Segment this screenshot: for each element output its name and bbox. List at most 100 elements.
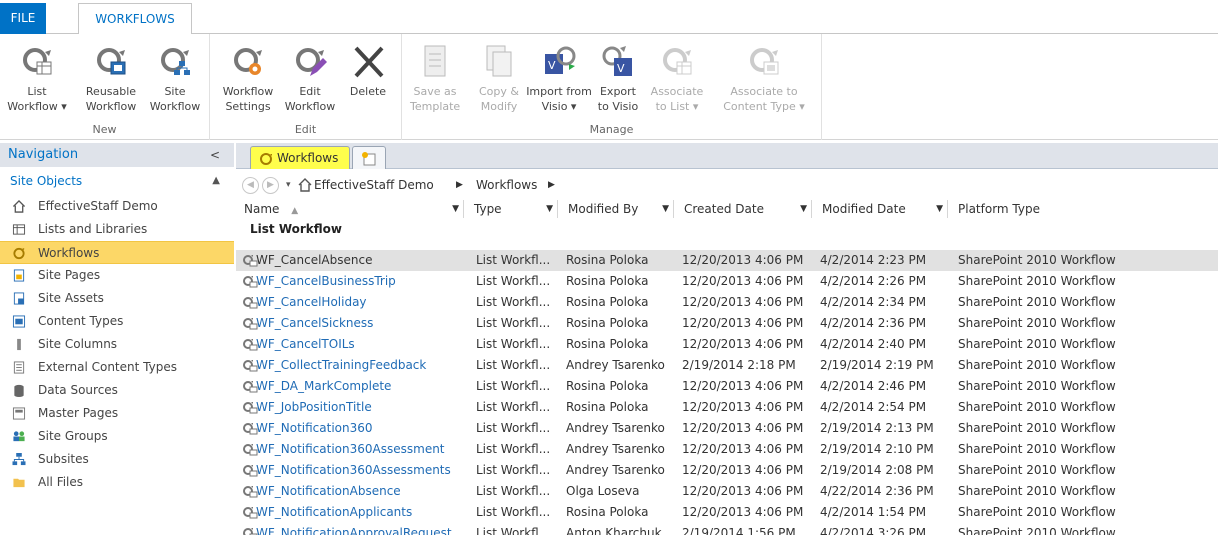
breadcrumb-workflows[interactable]: Workflows <box>476 178 537 192</box>
workflow-name-link[interactable]: WF_NotificationAbsence <box>236 481 401 502</box>
table-cell: 12/20/2013 4:06 PM <box>682 421 804 435</box>
table-cell: Rosina Poloka <box>566 295 649 309</box>
copy-modify-button[interactable]: Copy & Modify <box>472 44 526 114</box>
new-tab-button[interactable] <box>352 146 386 169</box>
table-cell: 12/20/2013 4:06 PM <box>682 379 804 393</box>
sidebar-item-subsites[interactable]: Subsites <box>0 448 234 471</box>
table-row[interactable]: WF_NotificationApprovalRequest List Workf… <box>236 523 1218 535</box>
sidebar-item-label: Workflows <box>38 246 100 260</box>
workflows-tab[interactable]: WORKFLOWS <box>78 3 192 35</box>
filter-dropdown-icon[interactable]: ▼ <box>800 200 807 218</box>
sidebar-item-lists-and-libraries[interactable]: Lists and Libraries <box>0 218 234 241</box>
table-row[interactable]: WF_JobPositionTitle List Workfl... Rosina … <box>236 397 1218 418</box>
list-workflow-button[interactable]: List Workflow ▾ <box>6 44 68 114</box>
filter-dropdown-icon[interactable]: ▼ <box>546 200 553 218</box>
workflow-name-link[interactable]: WF_CollectTrainingFeedback <box>236 355 426 376</box>
filter-dropdown-icon[interactable]: ▼ <box>452 200 459 218</box>
sidebar-item-effectivestaff-demo[interactable]: EffectiveStaff Demo <box>0 195 234 218</box>
workflow-name-link[interactable]: WF_Notification360Assessment <box>236 439 445 460</box>
sidebar-item-site-columns[interactable]: Site Columns <box>0 333 234 356</box>
workflow-name-link[interactable]: WF_CancelHoliday <box>236 292 367 313</box>
table-row[interactable]: WF_CollectTrainingFeedback List Workfl...… <box>236 355 1218 376</box>
table-cell: 4/2/2014 2:36 PM <box>820 316 927 330</box>
column-header-platform-type[interactable]: Platform Type <box>950 200 1218 218</box>
workflow-name-link[interactable]: WF_CancelSickness <box>236 313 373 334</box>
sidebar-item-external-content-types[interactable]: External Content Types <box>0 356 234 379</box>
table-row[interactable]: WF_CancelSickness List Workfl... Rosina Po… <box>236 313 1218 334</box>
workflow-name-link[interactable]: WF_NotificationApprovalRequest <box>236 523 452 535</box>
file-tab[interactable]: FILE <box>0 3 46 34</box>
workflow-name-link[interactable]: WF_JobPositionTitle <box>236 397 372 418</box>
sidebar-item-label: External Content Types <box>38 360 177 374</box>
sidebar-item-site-assets[interactable]: Site Assets <box>0 287 234 310</box>
table-row[interactable]: WF_NotificationApplicants List Workfl... R… <box>236 502 1218 523</box>
workflow-name-link[interactable]: WF_DA_MarkComplete <box>236 376 391 397</box>
table-cell: 12/20/2013 4:06 PM <box>682 337 804 351</box>
nav-items: EffectiveStaff Demo Lists and Libraries Wo… <box>0 195 234 494</box>
edit-workflow-button[interactable]: Edit Workflow <box>282 44 338 114</box>
collapse-nav-button[interactable]: < <box>210 143 220 167</box>
table-row[interactable]: WF_DA_MarkComplete List Workfl... Rosina P… <box>236 376 1218 397</box>
column-header-name[interactable]: Name ▲ ▼ <box>236 200 464 218</box>
sidebar-item-label: Site Columns <box>38 337 118 351</box>
tab-workflows[interactable]: Workflows <box>250 146 350 169</box>
sidebar-item-data-sources[interactable]: Data Sources <box>0 379 234 402</box>
workflow-settings-button[interactable]: Workflow Settings <box>218 44 278 114</box>
delete-button[interactable]: Delete <box>344 44 392 99</box>
workflow-name-link[interactable]: WF_CancelTOILs <box>236 334 355 355</box>
table-row[interactable]: WF_Notification360Assessment List Workfl.… <box>236 439 1218 460</box>
table-row[interactable]: WF_NotificationAbsence List Workfl... Olga… <box>236 481 1218 502</box>
site-workflow-button[interactable]: Site Workflow <box>144 44 206 114</box>
workflow-name-link[interactable]: WF_CancelAbsence <box>236 250 372 271</box>
workflow-name-link[interactable]: WF_Notification360Assessments <box>236 460 451 481</box>
associate-to-content-type-button[interactable]: Associate to Content Type ▾ <box>714 44 814 114</box>
chevron-up-icon[interactable]: ▲ <box>212 167 220 195</box>
sidebar-item-master-pages[interactable]: Master Pages <box>0 402 234 425</box>
save-as-template-button[interactable]: Save as Template <box>410 44 460 114</box>
filter-dropdown-icon[interactable]: ▼ <box>662 200 669 218</box>
column-header-modified-date[interactable]: Modified Date ▼ <box>814 200 948 218</box>
table-cell: 12/20/2013 4:06 PM <box>682 505 804 519</box>
back-button[interactable]: ◀ <box>242 177 259 194</box>
sidebar-item-label: Lists and Libraries <box>38 222 148 236</box>
table-row[interactable]: WF_Notification360 List Workfl... Andrey T… <box>236 418 1218 439</box>
sidebar-item-site-pages[interactable]: Site Pages <box>0 264 234 287</box>
column-icon <box>17 338 21 351</box>
import-from-visio-button[interactable]: V Import from Visio ▾ <box>526 44 592 114</box>
forward-button[interactable]: ▶ <box>262 177 279 194</box>
site-objects-header[interactable]: Site Objects ▲ <box>0 167 234 195</box>
associate-to-list-button[interactable]: Associate to List ▾ <box>646 44 708 114</box>
history-dropdown[interactable]: ▾ <box>286 180 291 190</box>
breadcrumb-bar: ◀ ▶ ▾ EffectiveStaff Demo ▶ Workflows ▶ <box>236 170 1218 200</box>
site-workflow-icon <box>161 48 190 75</box>
sidebar-item-label: Site Assets <box>38 291 104 305</box>
document-tab-bar: Workflows <box>236 143 1218 169</box>
sidebar-item-site-groups[interactable]: Site Groups <box>0 425 234 448</box>
table-row[interactable]: WF_CancelTOILs List Workfl... Rosina Polok… <box>236 334 1218 355</box>
column-header-modified-by[interactable]: Modified By ▼ <box>560 200 674 218</box>
sidebar-item-label: All Files <box>38 475 84 489</box>
filter-dropdown-icon[interactable]: ▼ <box>936 200 943 218</box>
column-header-created-date[interactable]: Created Date ▼ <box>676 200 812 218</box>
workflow-name-link[interactable]: WF_NotificationApplicants <box>236 502 412 523</box>
table-cell: List Workfl... <box>476 484 551 498</box>
table-row[interactable]: WF_CancelBusinessTrip List Workfl... Rosin… <box>236 271 1218 292</box>
new-tab-icon <box>362 152 376 166</box>
master-page-icon <box>12 407 26 420</box>
table-cell: SharePoint 2010 Workflow <box>958 421 1116 435</box>
table-row[interactable]: WF_CancelAbsence List Workfl... Rosina Pol… <box>236 250 1218 271</box>
table-cell: 12/20/2013 4:06 PM <box>682 274 804 288</box>
workflow-name-link[interactable]: WF_CancelBusinessTrip <box>236 271 396 292</box>
table-cell: Rosina Poloka <box>566 274 649 288</box>
sidebar-item-workflows[interactable]: Workflows <box>0 241 234 264</box>
breadcrumb-site[interactable]: EffectiveStaff Demo <box>314 178 434 192</box>
table-row[interactable]: WF_Notification360Assessments List Workfl… <box>236 460 1218 481</box>
sidebar-item-content-types[interactable]: Content Types <box>0 310 234 333</box>
workflow-name-link[interactable]: WF_Notification360 <box>236 418 373 439</box>
column-header-type[interactable]: Type ▼ <box>466 200 558 218</box>
table-cell: Andrey Tsarenko <box>566 463 665 477</box>
sidebar-item-all-files[interactable]: All Files <box>0 471 234 494</box>
reusable-workflow-button[interactable]: Reusable Workflow <box>80 44 142 114</box>
table-row[interactable]: WF_CancelHoliday List Workfl... Rosina Pol… <box>236 292 1218 313</box>
export-to-visio-button[interactable]: V Export to Visio <box>592 44 644 114</box>
